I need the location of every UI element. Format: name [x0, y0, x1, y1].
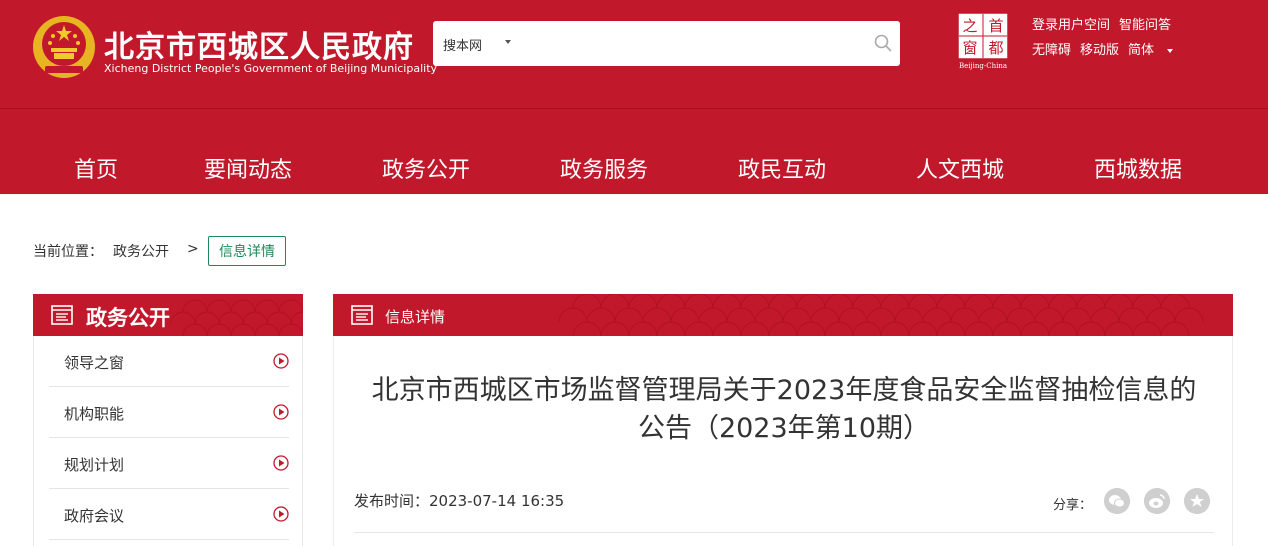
site-header: 北京市西城区人民政府 Xicheng District People's Gov… — [0, 0, 1268, 194]
search-input[interactable] — [523, 29, 863, 58]
sidebar-item-plans[interactable]: 规划计划 — [49, 438, 289, 489]
top-utility-links: 登录用户空间 智能问答 无障碍 移动版 简体 — [1032, 16, 1182, 66]
play-circle-icon — [273, 506, 289, 522]
wave-pattern — [558, 294, 1204, 336]
article-body: 北京市西城区市场监督管理局关于2023年度食品安全监督抽检信息的 公告（2023… — [333, 336, 1233, 546]
national-emblem-icon[interactable] — [31, 14, 97, 80]
play-circle-icon — [273, 353, 289, 369]
nav-culture[interactable]: 人文西城 — [916, 152, 1004, 184]
nav-news[interactable]: 要闻动态 — [204, 152, 292, 184]
search-scope-select[interactable]: 搜本网 — [443, 35, 482, 54]
article-title-line: 公告（2023年第10期） — [637, 413, 931, 444]
search-icon[interactable] — [873, 33, 893, 53]
sidebar-item-label: 机构职能 — [64, 405, 125, 423]
capital-logo-char: 首 — [988, 17, 1003, 35]
breadcrumb-current[interactable]: 信息详情 — [208, 236, 286, 266]
sidebar-item-label: 规划计划 — [64, 456, 125, 474]
capital-logo-char: 窗 — [962, 39, 977, 57]
document-list-icon — [351, 305, 373, 325]
language-select[interactable]: 简体 — [1128, 43, 1174, 58]
share-bar: 分享： — [1042, 488, 1212, 516]
favorite-star-icon[interactable] — [1184, 488, 1210, 514]
article-title-line: 北京市西城区市场监督管理局关于2023年度食品安全监督抽检信息的 — [371, 375, 1197, 406]
wechat-icon[interactable] — [1104, 488, 1130, 514]
sidebar-item-label: 领导之窗 — [64, 354, 125, 372]
capital-logo-char: 之 — [962, 17, 977, 35]
chevron-down-icon[interactable] — [505, 40, 511, 44]
article-panel-title: 信息详情 — [385, 308, 446, 326]
accessibility-link[interactable]: 无障碍 — [1032, 43, 1071, 58]
article-title: 北京市西城区市场监督管理局关于2023年度食品安全监督抽检信息的 公告（2023… — [354, 372, 1214, 448]
site-subtitle: Xicheng District People's Government of … — [104, 62, 438, 75]
capital-logo-caption: Beijing-China — [959, 62, 1007, 70]
share-label: 分享： — [1052, 498, 1092, 513]
chevron-down-icon — [1167, 48, 1174, 53]
language-label: 简体 — [1128, 43, 1155, 58]
header-divider — [0, 108, 1268, 109]
login-user-space-link[interactable]: 登录用户空间 — [1032, 18, 1110, 33]
document-list-icon — [51, 305, 73, 325]
weibo-icon[interactable] — [1144, 488, 1170, 514]
publish-time: 发布时间：2023-07-14 16:35 — [354, 492, 565, 510]
sidebar-item-meetings[interactable]: 政府会议 — [49, 489, 289, 540]
article-panel-header: 信息详情 — [333, 294, 1233, 336]
capital-logo-char: 都 — [988, 39, 1003, 57]
sidebar-title: 政务公开 — [86, 306, 170, 330]
nav-data[interactable]: 西城数据 — [1094, 152, 1182, 184]
play-circle-icon — [273, 455, 289, 471]
divider — [354, 532, 1214, 533]
sidebar-menu: 领导之窗 机构职能 规划计划 政府会议 — [33, 336, 303, 546]
smart-qa-link[interactable]: 智能问答 — [1119, 18, 1171, 33]
nav-home[interactable]: 首页 — [74, 152, 118, 184]
sidebar-header: 政务公开 — [33, 294, 303, 336]
mobile-version-link[interactable]: 移动版 — [1080, 43, 1119, 58]
breadcrumb-label: 当前位置： — [33, 244, 103, 260]
sidebar-item-functions[interactable]: 机构职能 — [49, 387, 289, 438]
nav-gov-affairs-open[interactable]: 政务公开 — [382, 152, 470, 184]
site-title[interactable]: 北京市西城区人民政府 — [104, 22, 414, 66]
search-bar: 搜本网 — [433, 21, 900, 66]
main-nav: 首页 要闻动态 政务公开 政务服务 政民互动 人文西城 西城数据 — [0, 142, 1268, 194]
breadcrumb-link[interactable]: 政务公开 — [113, 241, 169, 261]
article-panel: 信息详情 北京市西城区市场监督管理局关于2023年度食品安全监督抽检信息的 公告… — [333, 294, 1233, 546]
sidebar: 政务公开 领导之窗 机构职能 规划计划 政府会议 — [33, 294, 303, 546]
nav-interaction[interactable]: 政民互动 — [738, 152, 826, 184]
sidebar-item-leaders[interactable]: 领导之窗 — [49, 336, 289, 387]
capital-window-logo[interactable]: 之 首 窗 都 Beijing-China — [955, 12, 1011, 70]
play-circle-icon — [273, 404, 289, 420]
nav-gov-services[interactable]: 政务服务 — [560, 152, 648, 184]
sidebar-item-label: 政府会议 — [64, 507, 125, 525]
breadcrumb-separator: > — [187, 241, 199, 257]
